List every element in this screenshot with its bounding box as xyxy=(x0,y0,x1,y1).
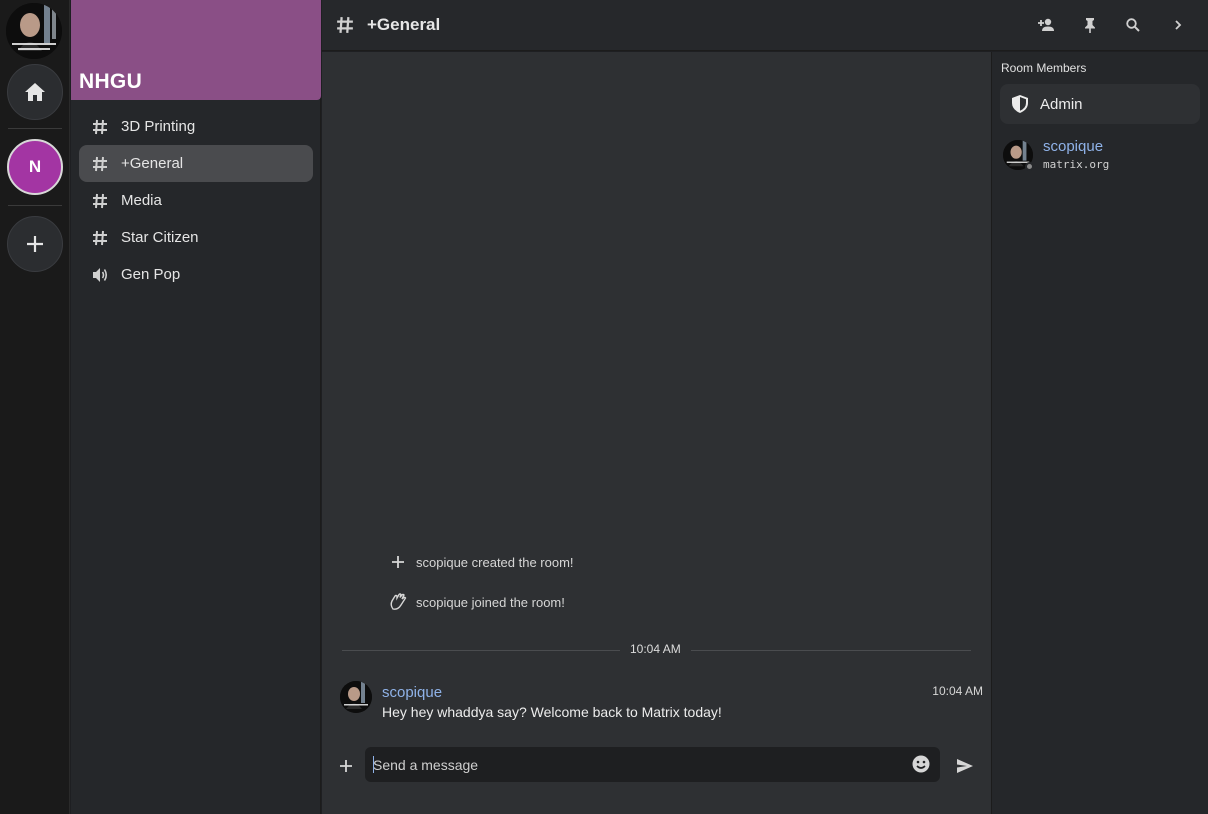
search-icon xyxy=(1126,18,1140,32)
member-server: matrix.org xyxy=(1043,158,1110,171)
space-name: NHGU xyxy=(79,70,143,93)
wave-icon xyxy=(388,592,408,612)
message-sender[interactable]: scopique xyxy=(382,684,442,701)
hash-icon xyxy=(91,192,109,210)
hash-icon xyxy=(91,155,109,173)
room-list-panel: NHGU 3D Printing +General Media Star Cit… xyxy=(71,0,321,814)
members-title: Room Members xyxy=(1001,61,1087,75)
rail-divider xyxy=(8,128,62,129)
text-caret xyxy=(373,756,374,773)
home-button[interactable] xyxy=(7,64,63,120)
room-label: 3D Printing xyxy=(121,118,196,135)
member-name: scopique xyxy=(1043,138,1104,155)
speaker-icon xyxy=(91,266,109,284)
message-input[interactable] xyxy=(373,747,893,782)
room-label: Star Citizen xyxy=(121,229,199,246)
space-banner: NHGU xyxy=(71,0,321,100)
hash-icon xyxy=(91,118,109,136)
chevron-right-icon xyxy=(1175,20,1182,30)
message-body: Hey hey whaddya say? Welcome back to Mat… xyxy=(382,704,722,720)
room-label: Media xyxy=(121,192,162,209)
home-icon xyxy=(25,83,45,101)
plus-icon xyxy=(340,760,352,772)
role-label: Admin xyxy=(1040,95,1083,113)
room-title[interactable]: +General xyxy=(367,15,440,35)
attach-button[interactable] xyxy=(336,756,356,776)
timeline-event: scopique joined the room! xyxy=(388,592,565,612)
room-header: +General xyxy=(322,0,1208,51)
hash-icon xyxy=(336,16,354,39)
room-item-3d-printing[interactable]: 3D Printing xyxy=(79,108,313,145)
message-avatar[interactable] xyxy=(340,681,372,713)
room-timeline[interactable]: scopique created the room! scopique join… xyxy=(322,52,991,814)
room-item-general[interactable]: +General xyxy=(79,145,313,182)
event-text: scopique joined the room! xyxy=(416,594,565,610)
user-avatar[interactable] xyxy=(6,3,62,59)
plus-icon xyxy=(388,552,408,572)
message-composer xyxy=(365,747,940,782)
toggle-members-button[interactable] xyxy=(1167,14,1189,36)
space-initial: N xyxy=(28,157,42,176)
rail-divider xyxy=(8,205,62,206)
message-timestamp: 10:04 AM xyxy=(932,684,983,698)
send-icon xyxy=(957,759,973,773)
presence-indicator xyxy=(1025,162,1034,171)
search-button[interactable] xyxy=(1122,14,1144,36)
date-divider-label: 10:04 AM xyxy=(620,642,691,656)
hash-icon xyxy=(91,229,109,247)
pinned-messages-button[interactable] xyxy=(1079,14,1101,36)
shield-icon xyxy=(1010,94,1030,114)
role-header-admin: Admin xyxy=(1000,84,1200,124)
room-item-media[interactable]: Media xyxy=(79,182,313,219)
room-label: Gen Pop xyxy=(121,266,181,283)
invite-user-button[interactable] xyxy=(1035,14,1057,36)
invite-user-icon xyxy=(1038,18,1054,31)
send-button[interactable] xyxy=(954,755,976,777)
pin-icon xyxy=(1085,18,1095,33)
event-text: scopique created the room! xyxy=(416,554,574,570)
emoji-icon[interactable] xyxy=(911,754,931,774)
members-panel: Room Members Admin scopique matrix.org xyxy=(991,52,1208,814)
space-rail: N xyxy=(0,0,70,814)
space-nhgu-button[interactable]: N xyxy=(7,139,63,195)
add-space-button[interactable] xyxy=(7,216,63,272)
timeline-event: scopique created the room! xyxy=(388,552,574,572)
plus-icon xyxy=(27,236,43,252)
room-item-star-citizen[interactable]: Star Citizen xyxy=(79,219,313,256)
room-item-gen-pop[interactable]: Gen Pop xyxy=(79,256,313,293)
room-label: +General xyxy=(121,155,184,172)
